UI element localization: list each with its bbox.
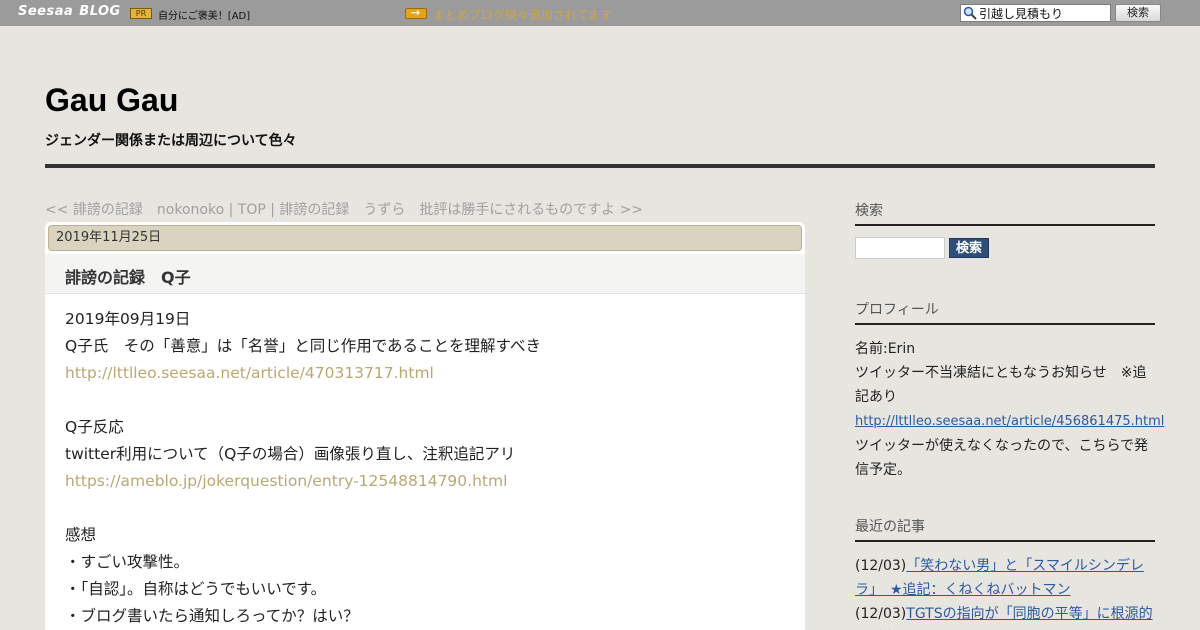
sidebar-search-heading: 検索 [855, 200, 1155, 226]
nav-separator: | [265, 202, 280, 218]
article-line: 感想 [65, 526, 97, 544]
article-line: Q子氏 その「善意」は「名誉」と同じ作用であることを理解すべき [65, 337, 541, 355]
top-link[interactable]: TOP [238, 202, 266, 218]
search-icon [963, 6, 977, 20]
article-line: ・「自認」。自称はどうでもいいです。 [65, 580, 327, 598]
arrow-right-icon [405, 6, 427, 19]
sidebar-search-input[interactable] [855, 237, 945, 259]
site-title[interactable]: Gau Gau [45, 82, 178, 119]
pr-badge: PR [130, 8, 152, 19]
next-article-link[interactable]: 誹謗の記録 うずら 批評は勝手にされるものですよ >> [279, 202, 643, 218]
recent-article-date: (12/03) [855, 606, 907, 622]
article-url-link[interactable]: http://lttlleo.seesaa.net/article/470313… [65, 364, 434, 382]
article-title[interactable]: 誹謗の記録 Q子 [65, 264, 191, 288]
article-line: Q子反応 [65, 418, 124, 436]
header-divider [45, 164, 1155, 168]
article-line: ・すごい攻撃性。 [65, 553, 190, 571]
announcement-link[interactable]: まとめブログ続々追加されてます [433, 6, 612, 23]
article-body: 2019年09月19日 Q子氏 その「善意」は「名誉」と同じ作用であることを理解す… [65, 306, 785, 630]
sidebar-recent-heading: 最近の記事 [855, 516, 1155, 542]
article-date: 2019年11月25日 [48, 225, 802, 251]
article-line [65, 387, 785, 414]
article-link: https://ameblo.jp/jokerquestion/entry-12… [65, 468, 785, 495]
sidebar: 検索 検索 プロフィール 名前:Erin ツイッター不当凍結にともなうお知らせ … [855, 200, 1164, 630]
article-navigation: << 誹謗の記録 nokonoko | TOP | 誹謗の記録 うずら 批評は勝… [45, 199, 643, 219]
profile-link[interactable]: http://lttlleo.seesaa.net/article/456861… [855, 414, 1164, 429]
profile-text: ツイッターが使えなくなったので、こちらで発信予定。 [855, 438, 1149, 478]
article-url-link[interactable]: https://ameblo.jp/jokerquestion/entry-12… [65, 472, 507, 490]
recent-article-item: (12/03)TGTSの指向が「同胞の平等」に根源的に対立する件 [855, 602, 1155, 630]
sidebar-profile-heading: プロフィール [855, 299, 1155, 325]
recent-article-date: (12/03) [855, 558, 907, 574]
article-line: 2019年09月19日 [65, 310, 191, 328]
article-line [65, 495, 785, 522]
ad-link[interactable]: 自分にご褒美！[AD] [158, 7, 250, 22]
profile-section: 名前:Erin ツイッター不当凍結にともなうお知らせ ※追記あり http://… [855, 337, 1164, 482]
profile-name: 名前:Erin [855, 341, 916, 357]
top-search-button[interactable]: 検索 [1115, 4, 1161, 22]
top-bar: Seesaa BLOG PR 自分にご褒美！[AD] まとめブログ続々追加されてま… [0, 0, 1200, 26]
logo-blog-text: BLOG [79, 4, 121, 19]
recent-articles-list: (12/03)「笑わない男」と「スマイルシンデレラ」 ★追記：くねくねバットマン… [855, 554, 1155, 630]
top-search-input[interactable] [979, 5, 1109, 21]
article-title-bar: 誹謗の記録 Q子 [45, 254, 805, 294]
logo-seesaa-text: Seesaa [18, 4, 74, 19]
top-search-box [960, 4, 1111, 22]
profile-text: ツイッター不当凍結にともなうお知らせ ※追記あり [855, 365, 1147, 405]
prev-article-link[interactable]: << 誹謗の記録 nokonoko [45, 202, 224, 218]
sidebar-search: 検索 [855, 237, 1155, 261]
nav-separator: | [224, 202, 238, 218]
seesaa-blog-logo[interactable]: Seesaa BLOG [18, 4, 121, 19]
article-line: ・ブログ書いたら通知しろってか？はい？ [65, 607, 359, 625]
article-line: twitter利用について（Q子の場合）画像張り直し、注釈追記アリ [65, 445, 516, 463]
article-link: http://lttlleo.seesaa.net/article/470313… [65, 360, 785, 387]
site-description: ジェンダー関係または周辺について色々 [45, 133, 297, 149]
article: 2019年11月25日 誹謗の記録 Q子 2019年09月19日 Q子氏 その「善… [45, 222, 805, 630]
recent-article-item: (12/03)「笑わない男」と「スマイルシンデレラ」 ★追記：くねくねバットマン [855, 554, 1155, 602]
sidebar-search-button[interactable]: 検索 [949, 238, 989, 258]
